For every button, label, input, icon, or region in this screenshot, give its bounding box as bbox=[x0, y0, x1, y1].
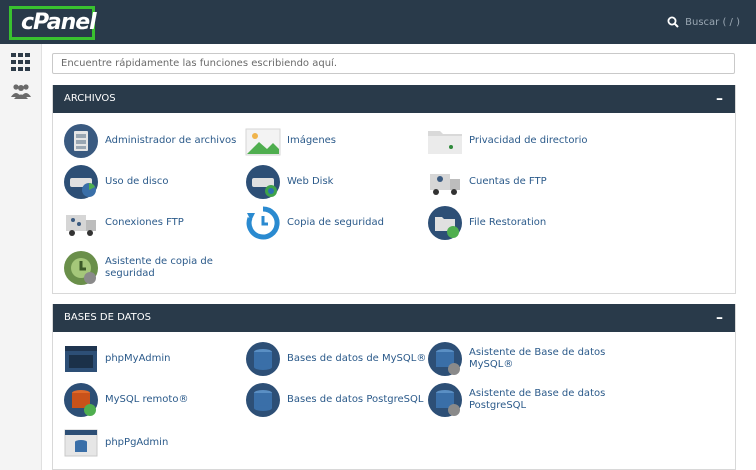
postgresql-wizard-link[interactable]: Asistente de Base de datos PostgreSQL bbox=[427, 382, 627, 418]
image-icon bbox=[245, 128, 281, 156]
file-manager-link[interactable]: Administrador de archivos bbox=[63, 123, 236, 159]
postgresql-databases-icon bbox=[246, 383, 280, 417]
postgresql-databases-label: Bases de datos PostgreSQL bbox=[287, 394, 424, 405]
remote-mysql-link[interactable]: MySQL remoto® bbox=[63, 382, 188, 418]
disk-usage-link[interactable]: Uso de disco bbox=[63, 164, 168, 200]
header-search[interactable]: Buscar ( / ) bbox=[667, 14, 740, 30]
files-panel-title: ARCHIVOS bbox=[64, 93, 116, 104]
collapse-icon[interactable]: – bbox=[716, 85, 723, 113]
ftp-connections-label: Conexiones FTP bbox=[105, 217, 184, 228]
file-restoration-link[interactable]: File Restoration bbox=[427, 205, 546, 241]
backup-wizard-icon bbox=[64, 251, 98, 285]
web-disk-label: Web Disk bbox=[287, 176, 334, 187]
search-label[interactable]: Buscar ( / ) bbox=[685, 17, 740, 28]
mysql-databases-icon bbox=[246, 342, 280, 376]
phppgadmin-link[interactable]: phpPgAdmin bbox=[63, 425, 168, 461]
backup-wizard-label: Asistente de copia de seguridad bbox=[105, 256, 213, 279]
postgresql-wizard-label: Asistente de Base de datos PostgreSQL bbox=[469, 388, 606, 411]
logo-highlight[interactable]: cPanel bbox=[9, 6, 97, 40]
top-bar: cPanel Buscar ( / ) bbox=[0, 0, 756, 44]
sidebar bbox=[0, 44, 42, 470]
postgresql-wizard-icon bbox=[428, 383, 462, 417]
backup-label: Copia de seguridad bbox=[287, 217, 384, 228]
backup-link[interactable]: Copia de seguridad bbox=[245, 205, 384, 241]
phpmyadmin-label: phpMyAdmin bbox=[105, 353, 171, 364]
search-icon[interactable] bbox=[667, 16, 679, 28]
file-cabinet-icon bbox=[64, 124, 98, 158]
mysql-wizard-link[interactable]: Asistente de Base de datos MySQL® bbox=[427, 341, 627, 377]
file-restoration-icon bbox=[428, 206, 462, 240]
remote-mysql-label: MySQL remoto® bbox=[105, 394, 189, 405]
web-disk-link[interactable]: Web Disk bbox=[245, 164, 333, 200]
databases-panel-title: BASES DE DATOS bbox=[64, 312, 152, 323]
ftp-accounts-label: Cuentas de FTP bbox=[469, 176, 547, 187]
databases-panel-header[interactable]: BASES DE DATOS – bbox=[53, 304, 735, 332]
mysql-databases-link[interactable]: Bases de datos de MySQL® bbox=[245, 341, 426, 377]
phppgadmin-label: phpPgAdmin bbox=[105, 437, 169, 448]
databases-panel: BASES DE DATOS – phpMyAdmin Bases de dat… bbox=[52, 304, 736, 470]
quick-find-input[interactable]: Encuentre rápidamente las funciones escr… bbox=[52, 53, 735, 74]
web-disk-icon bbox=[246, 165, 280, 199]
postgresql-databases-link[interactable]: Bases de datos PostgreSQL bbox=[245, 382, 423, 418]
phpmyadmin-link[interactable]: phpMyAdmin bbox=[63, 341, 170, 377]
backup-wizard-link[interactable]: Asistente de copia de seguridad bbox=[63, 250, 213, 286]
collapse-icon[interactable]: – bbox=[716, 304, 723, 332]
directory-privacy-link[interactable]: Privacidad de directorio bbox=[427, 123, 587, 159]
cpanel-logo[interactable]: cPanel bbox=[21, 10, 97, 35]
users-icon[interactable] bbox=[11, 82, 31, 100]
files-panel-header[interactable]: ARCHIVOS – bbox=[53, 85, 735, 113]
mysql-databases-label: Bases de datos de MySQL® bbox=[287, 353, 427, 364]
mysql-wizard-label: Asistente de Base de datos MySQL® bbox=[469, 347, 606, 370]
disk-usage-icon bbox=[64, 165, 98, 199]
remote-mysql-icon bbox=[64, 383, 98, 417]
images-label: Imágenes bbox=[287, 135, 337, 146]
backup-icon bbox=[246, 206, 280, 240]
ftp-accounts-link[interactable]: Cuentas de FTP bbox=[427, 164, 547, 200]
phpmyadmin-icon bbox=[65, 346, 97, 372]
images-link[interactable]: Imágenes bbox=[245, 123, 336, 159]
phppgadmin-icon bbox=[64, 429, 98, 457]
ftp-connections-link[interactable]: Conexiones FTP bbox=[63, 205, 184, 241]
mysql-wizard-icon bbox=[428, 342, 462, 376]
directory-privacy-label: Privacidad de directorio bbox=[469, 135, 588, 146]
ftp-connections-icon bbox=[66, 215, 96, 236]
ftp-accounts-icon bbox=[430, 174, 460, 195]
file-manager-label: Administrador de archivos bbox=[105, 135, 237, 146]
file-restoration-label: File Restoration bbox=[469, 217, 547, 228]
folder-privacy-icon bbox=[428, 131, 462, 154]
files-panel: ARCHIVOS – Administrador de archivos Imá… bbox=[52, 85, 736, 294]
disk-usage-label: Uso de disco bbox=[105, 176, 169, 187]
grid-menu-icon[interactable] bbox=[11, 53, 31, 71]
